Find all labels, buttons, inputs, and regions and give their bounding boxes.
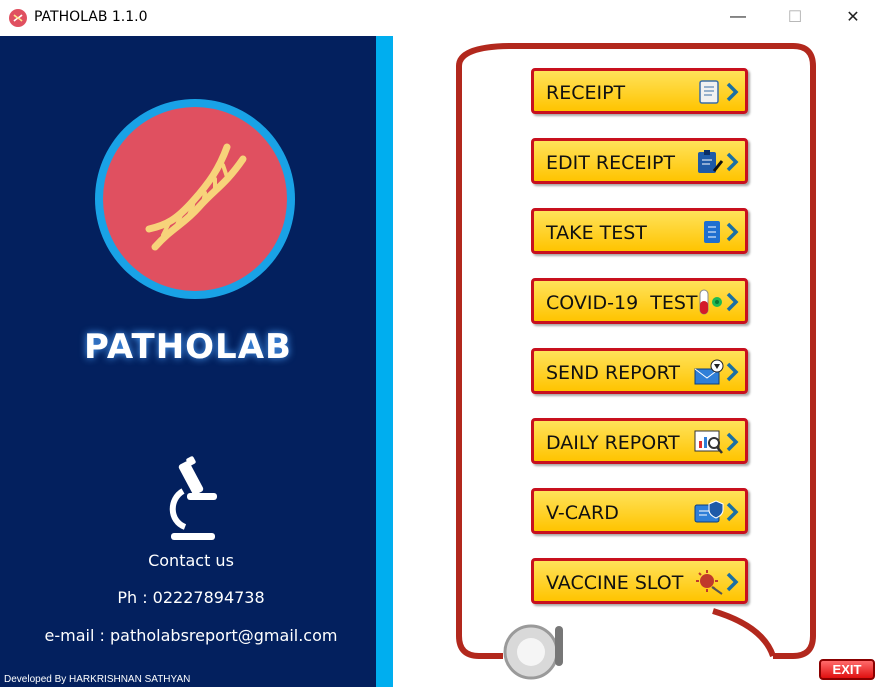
contact-phone: Ph : 02227894738 xyxy=(117,588,265,607)
edit-receipt-button[interactable]: EDIT RECEIPT xyxy=(531,138,748,184)
stethoscope-head-icon xyxy=(503,624,563,680)
v-card-button[interactable]: V-CARD xyxy=(531,488,748,534)
chevron-right-icon xyxy=(726,572,739,592)
covid-test-button[interactable]: COVID-19 TEST xyxy=(531,278,748,324)
receipt-button[interactable]: RECEIPT xyxy=(531,68,748,114)
button-label: DAILY REPORT xyxy=(546,432,680,454)
chevron-right-icon xyxy=(726,152,739,172)
window-title: PATHOLAB 1.1.0 xyxy=(34,9,148,25)
virus-syringe-icon xyxy=(696,570,723,595)
chevron-right-icon xyxy=(726,362,739,382)
send-report-button[interactable]: SEND REPORT xyxy=(531,348,748,394)
chevron-right-icon xyxy=(726,292,739,312)
dna-logo xyxy=(95,99,295,299)
button-label: COVID-19 TEST xyxy=(546,292,698,314)
contact-heading: Contact us xyxy=(148,551,234,570)
daily-report-button[interactable]: DAILY REPORT xyxy=(531,418,748,464)
app-logo-icon xyxy=(9,9,27,27)
button-label: VACCINE SLOT xyxy=(546,572,684,594)
chevron-right-icon xyxy=(726,222,739,242)
button-label: V-CARD xyxy=(546,502,619,524)
clipboard-edit-icon xyxy=(698,150,724,173)
button-label: SEND REPORT xyxy=(546,362,680,384)
maximize-button[interactable]: ☐ xyxy=(772,0,818,34)
button-label: EDIT RECEIPT xyxy=(546,152,676,174)
microscope-icon xyxy=(169,456,217,540)
close-button[interactable]: ✕ xyxy=(830,0,876,34)
title-bar: PATHOLAB 1.1.0 — ☐ ✕ xyxy=(0,0,883,36)
button-label: TAKE TEST xyxy=(546,222,647,244)
brand-name: PATHOLAB xyxy=(84,327,292,367)
chart-magnifier-icon xyxy=(694,430,723,454)
chevron-right-icon xyxy=(726,432,739,452)
dna-icon xyxy=(145,143,247,251)
receipt-scroll-icon xyxy=(699,80,719,104)
contact-email: e-mail : patholabsreport@gmail.com xyxy=(44,626,338,645)
id-card-shield-icon xyxy=(694,500,724,523)
test-tube-virus-icon xyxy=(699,289,722,315)
chevron-right-icon xyxy=(726,502,739,522)
test-list-icon xyxy=(704,221,720,243)
developer-credit: Developed By HARKRISHNAN SATHYAN xyxy=(0,672,195,687)
exit-button[interactable]: EXIT xyxy=(819,659,875,680)
take-test-button[interactable]: TAKE TEST xyxy=(531,208,748,254)
vaccine-slot-button[interactable]: VACCINE SLOT xyxy=(531,558,748,604)
minimize-button[interactable]: — xyxy=(715,0,761,34)
chevron-right-icon xyxy=(726,82,739,102)
button-label: RECEIPT xyxy=(546,82,626,104)
envelope-send-icon xyxy=(694,359,724,385)
